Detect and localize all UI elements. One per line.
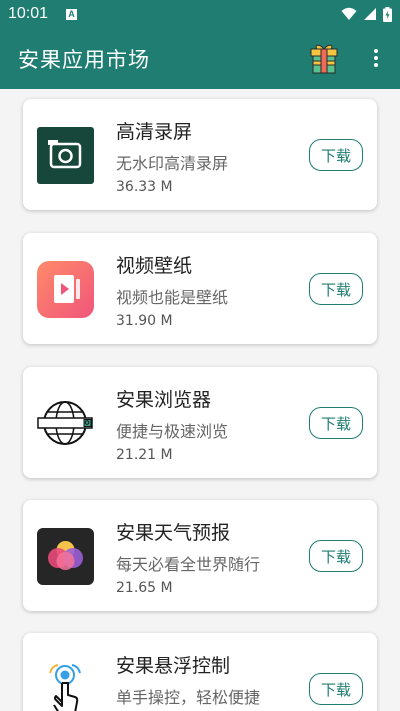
app-bar: 安果应用市场 [0, 28, 400, 89]
download-button[interactable]: 下载 [309, 139, 363, 171]
app-card[interactable]: 安果天气预报 每天必看全世界随行 21.65 M 下载 [23, 500, 377, 611]
download-button[interactable]: 下载 [309, 540, 363, 572]
app-card[interactable]: 安果浏览器 便捷与极速浏览 21.21 M 下载 [23, 367, 377, 478]
a-icon: A [66, 8, 78, 20]
app-size: 31.90 M [116, 313, 173, 329]
app-size: 21.21 M [116, 447, 173, 463]
app-card[interactable]: 视频壁纸 视频也能是壁纸 31.90 M 下载 [23, 233, 377, 344]
app-bar-title: 安果应用市场 [18, 47, 150, 72]
download-button[interactable]: 下载 [309, 673, 363, 705]
wifi-icon [341, 7, 357, 20]
status-bar: 10:01 A [0, 0, 400, 28]
app-name: 视频壁纸 [116, 255, 193, 277]
app-description: 便捷与极速浏览 [116, 422, 229, 441]
status-time: 10:01 [8, 5, 49, 22]
status-icons [341, 6, 392, 22]
app-list: 高清录屏 无水印高清录屏 36.33 M 下载 视频壁纸 视频也能是壁纸 31.… [0, 89, 400, 711]
app-card[interactable]: 安果悬浮控制 单手操控，轻松便捷 下载 [23, 633, 377, 711]
weather-icon [37, 528, 94, 585]
app-description: 每天必看全世界随行 [116, 555, 261, 574]
screen-recorder-icon [37, 127, 94, 184]
more-options-icon[interactable] [366, 45, 386, 71]
battery-icon [383, 6, 392, 22]
signal-icon [364, 8, 376, 20]
app-description: 视频也能是壁纸 [116, 288, 229, 307]
app-name: 安果天气预报 [116, 522, 231, 544]
video-wallpaper-icon [37, 261, 94, 318]
app-size: 21.65 M [116, 580, 173, 596]
app-card[interactable]: 高清录屏 无水印高清录屏 36.33 M 下载 [23, 99, 377, 210]
app-description: 单手操控，轻松便捷 [116, 688, 261, 707]
app-size: 36.33 M [116, 179, 173, 195]
touch-control-icon [49, 664, 81, 711]
download-button[interactable]: 下载 [309, 407, 363, 439]
app-name: 安果浏览器 [116, 389, 212, 411]
app-name: 安果悬浮控制 [116, 655, 231, 677]
app-description: 无水印高清录屏 [116, 154, 229, 173]
gift-icon[interactable] [309, 42, 339, 74]
browser-icon [37, 401, 93, 445]
app-name: 高清录屏 [116, 121, 193, 143]
download-button[interactable]: 下载 [309, 273, 363, 305]
